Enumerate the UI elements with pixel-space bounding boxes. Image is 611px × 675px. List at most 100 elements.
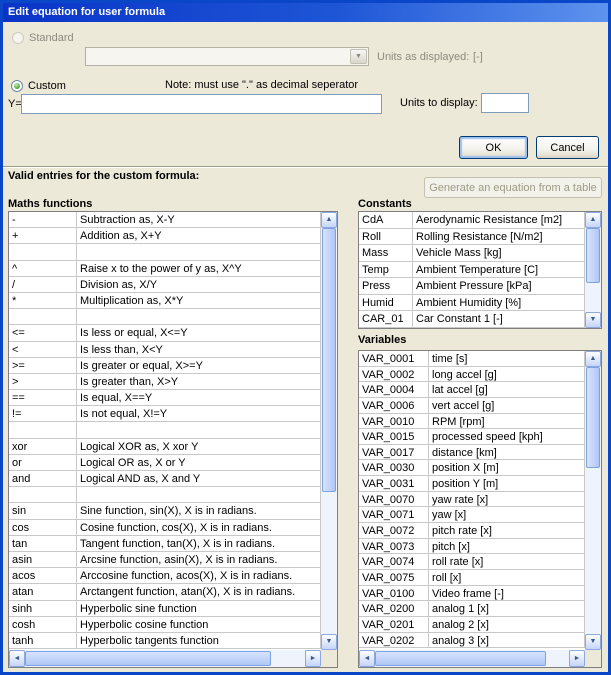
table-row[interactable]: VAR_0015processed speed [kph] bbox=[359, 429, 585, 445]
table-row[interactable]: MassVehicle Mass [kg] bbox=[359, 245, 585, 262]
scroll-down-button[interactable]: ▼ bbox=[321, 634, 337, 650]
table-row[interactable] bbox=[9, 422, 321, 438]
table-row[interactable]: /Division as, X/Y bbox=[9, 277, 321, 293]
scrollbar-thumb[interactable] bbox=[25, 651, 271, 666]
scroll-right-button[interactable]: ► bbox=[305, 650, 321, 667]
table-row[interactable]: VAR_0075roll [x] bbox=[359, 570, 585, 586]
table-row[interactable]: VAR_0017distance [km] bbox=[359, 445, 585, 461]
table-row[interactable]: atanArctangent function, atan(X), X is i… bbox=[9, 584, 321, 600]
scrollbar-thumb[interactable] bbox=[586, 367, 600, 468]
scrollbar-track[interactable] bbox=[585, 367, 601, 634]
scrollbar-thumb[interactable] bbox=[322, 228, 336, 492]
table-cell: != bbox=[9, 406, 77, 422]
scroll-up-button[interactable]: ▲ bbox=[585, 212, 601, 228]
scroll-left-button[interactable]: ◄ bbox=[359, 650, 375, 667]
variables-horizontal-scrollbar[interactable]: ◄ ► bbox=[359, 650, 585, 667]
edit-equation-dialog: Edit equation for user formula Standard … bbox=[0, 0, 611, 675]
scroll-up-button[interactable]: ▲ bbox=[585, 351, 601, 367]
dropdown-button[interactable]: ▼ bbox=[350, 49, 367, 64]
scroll-right-button[interactable]: ► bbox=[569, 650, 585, 667]
scrollbar-thumb[interactable] bbox=[586, 228, 600, 283]
table-row[interactable]: xorLogical XOR as, X xor Y bbox=[9, 439, 321, 455]
standard-formula-dropdown[interactable]: ▼ bbox=[85, 47, 369, 66]
table-cell: Is greater than, X>Y bbox=[77, 374, 321, 390]
scroll-up-icon: ▲ bbox=[590, 213, 597, 227]
units-input[interactable] bbox=[481, 93, 529, 113]
table-row[interactable]: acosArccosine function, acos(X), X is in… bbox=[9, 568, 321, 584]
table-row[interactable] bbox=[9, 487, 321, 503]
table-row[interactable]: sinhHyperbolic sine function bbox=[9, 601, 321, 617]
table-row[interactable]: VAR_0073pitch [x] bbox=[359, 539, 585, 555]
window-titlebar[interactable]: Edit equation for user formula bbox=[3, 3, 608, 22]
table-cell: < bbox=[9, 342, 77, 358]
scrollbar-track[interactable] bbox=[375, 650, 569, 667]
scrollbar-thumb[interactable] bbox=[375, 651, 546, 666]
constants-vertical-scrollbar[interactable]: ▲ ▼ bbox=[585, 212, 601, 328]
scrollbar-track[interactable] bbox=[25, 650, 305, 667]
formula-input[interactable] bbox=[21, 94, 382, 114]
table-row[interactable]: VAR_0072pitch rate [x] bbox=[359, 523, 585, 539]
maths-vertical-scrollbar[interactable]: ▲ ▼ bbox=[321, 212, 337, 650]
table-row[interactable]: TempAmbient Temperature [C] bbox=[359, 262, 585, 279]
table-row[interactable]: sinSine function, sin(X), X is in radian… bbox=[9, 503, 321, 519]
table-row[interactable]: andLogical AND as, X and Y bbox=[9, 471, 321, 487]
table-row[interactable]: VAR_0006vert accel [g] bbox=[359, 398, 585, 414]
table-row[interactable]: HumidAmbient Humidity [%] bbox=[359, 295, 585, 312]
table-cell bbox=[77, 487, 321, 503]
table-row[interactable]: asinArcsine function, asin(X), X is in r… bbox=[9, 552, 321, 568]
table-row[interactable]: VAR_0074roll rate [x] bbox=[359, 554, 585, 570]
table-row[interactable]: VAR_0202analog 3 [x] bbox=[359, 633, 585, 649]
standard-radio[interactable] bbox=[12, 32, 24, 44]
table-cell: tan bbox=[9, 536, 77, 552]
table-row[interactable]: orLogical OR as, X or Y bbox=[9, 455, 321, 471]
table-row[interactable]: VAR_0002long accel [g] bbox=[359, 367, 585, 383]
table-cell: vert accel [g] bbox=[429, 398, 585, 414]
table-row[interactable]: VAR_0001time [s] bbox=[359, 351, 585, 367]
scrollbar-track[interactable] bbox=[585, 228, 601, 312]
scroll-down-button[interactable]: ▼ bbox=[585, 312, 601, 328]
table-row[interactable]: VAR_0201analog 2 [x] bbox=[359, 617, 585, 633]
table-cell: processed speed [kph] bbox=[429, 429, 585, 445]
scroll-up-button[interactable]: ▲ bbox=[321, 212, 337, 228]
table-row[interactable]: <Is less than, X<Y bbox=[9, 342, 321, 358]
maths-horizontal-scrollbar[interactable]: ◄ ► bbox=[9, 650, 321, 667]
generate-equation-button[interactable]: Generate an equation from a table bbox=[424, 177, 602, 198]
table-row[interactable]: CAR_01Car Constant 1 [-] bbox=[359, 311, 585, 328]
table-row[interactable]: ^Raise x to the power of y as, X^Y bbox=[9, 261, 321, 277]
variables-vertical-scrollbar[interactable]: ▲ ▼ bbox=[585, 351, 601, 650]
table-row[interactable]: VAR_0030position X [m] bbox=[359, 460, 585, 476]
table-row[interactable]: VAR_0070yaw rate [x] bbox=[359, 492, 585, 508]
table-row[interactable]: VAR_0004lat accel [g] bbox=[359, 382, 585, 398]
cancel-button[interactable]: Cancel bbox=[536, 136, 599, 159]
table-row[interactable]: VAR_0200analog 1 [x] bbox=[359, 601, 585, 617]
scrollbar-track[interactable] bbox=[321, 228, 337, 634]
table-row[interactable]: !=Is not equal, X!=Y bbox=[9, 406, 321, 422]
ok-button[interactable]: OK bbox=[459, 136, 528, 159]
table-row[interactable] bbox=[9, 244, 321, 260]
custom-radio[interactable] bbox=[11, 80, 23, 92]
table-row[interactable]: tanTangent function, tan(X), X is in rad… bbox=[9, 536, 321, 552]
table-row[interactable]: ==Is equal, X==Y bbox=[9, 390, 321, 406]
table-row[interactable]: <=Is less or equal, X<=Y bbox=[9, 325, 321, 341]
scroll-down-button[interactable]: ▼ bbox=[585, 634, 601, 650]
table-row[interactable]: RollRolling Resistance [N/m2] bbox=[359, 229, 585, 246]
table-row[interactable]: VAR_0031position Y [m] bbox=[359, 476, 585, 492]
table-row[interactable] bbox=[9, 309, 321, 325]
table-row[interactable]: CdAAerodynamic Resistance [m2] bbox=[359, 212, 585, 229]
table-row[interactable]: *Multiplication as, X*Y bbox=[9, 293, 321, 309]
table-row[interactable]: VAR_0100Video frame [-] bbox=[359, 586, 585, 602]
table-row[interactable]: >=Is greater or equal, X>=Y bbox=[9, 358, 321, 374]
scroll-left-button[interactable]: ◄ bbox=[9, 650, 25, 667]
table-row[interactable]: VAR_0071yaw [x] bbox=[359, 507, 585, 523]
table-row[interactable]: tanhHyperbolic tangents function bbox=[9, 633, 321, 649]
table-cell: Roll bbox=[359, 229, 413, 246]
table-row[interactable]: +Addition as, X+Y bbox=[9, 228, 321, 244]
table-row[interactable]: coshHyperbolic cosine function bbox=[9, 617, 321, 633]
table-cell: VAR_0071 bbox=[359, 507, 429, 523]
table-row[interactable]: cosCosine function, cos(X), X is in radi… bbox=[9, 520, 321, 536]
table-cell: Arctangent function, atan(X), X is in ra… bbox=[77, 584, 321, 600]
table-row[interactable]: -Subtraction as, X-Y bbox=[9, 212, 321, 228]
table-row[interactable]: VAR_0010RPM [rpm] bbox=[359, 414, 585, 430]
table-row[interactable]: PressAmbient Pressure [kPa] bbox=[359, 278, 585, 295]
table-row[interactable]: >Is greater than, X>Y bbox=[9, 374, 321, 390]
